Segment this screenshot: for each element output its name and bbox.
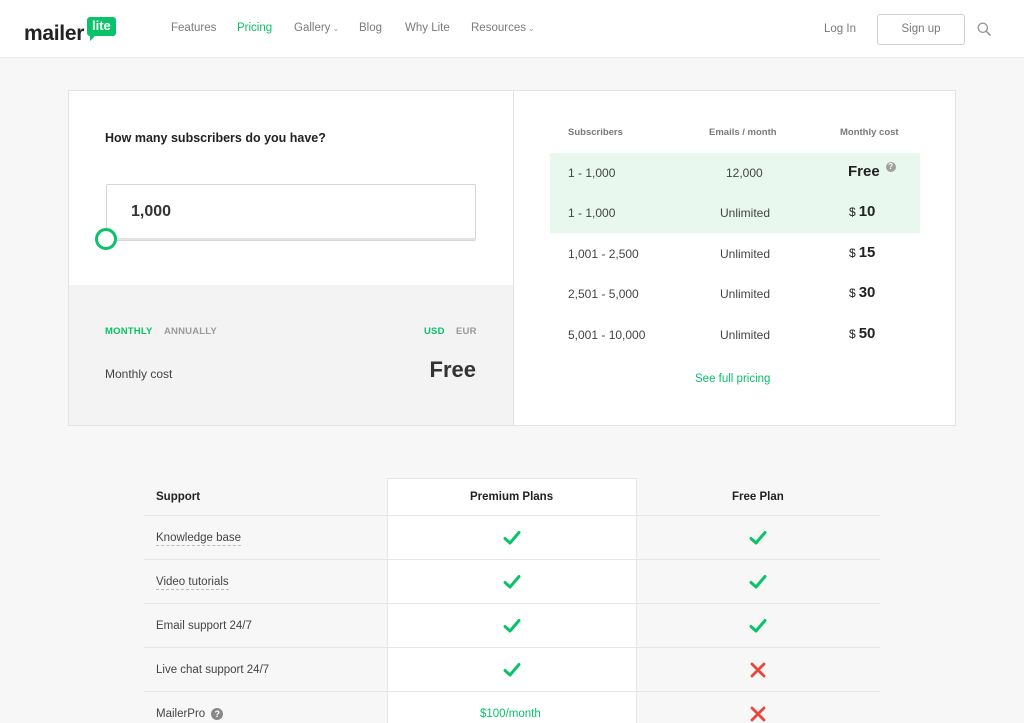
table-row: Video tutorials <box>144 559 880 603</box>
see-full-pricing-link[interactable]: See full pricing <box>695 373 770 385</box>
row-label: Email support 24/7 <box>156 620 252 632</box>
pricing-emails: Unlimited <box>720 247 771 261</box>
login-link[interactable]: Log In <box>824 23 856 35</box>
subscriber-calculator: How many subscribers do you have? 1,000 … <box>69 91 513 425</box>
pricing-row: 1 - 1,000 12,000 Free? <box>550 153 920 193</box>
pricing-cost-value: 10 <box>858 203 876 220</box>
table-row: MailerPro? $100/month <box>144 691 880 723</box>
free-plan-heading: Free Plan <box>732 491 784 503</box>
pricing-subscribers: 1,001 - 2,500 <box>568 247 639 261</box>
subscriber-slider-track[interactable] <box>106 238 476 240</box>
pricing-cost: $30 <box>849 284 875 301</box>
pricing-row: 1,001 - 2,500 Unlimited $15 <box>550 234 920 274</box>
currency-symbol: $ <box>849 286 856 300</box>
table-row: Email support 24/7 <box>144 603 880 647</box>
row-label: Live chat support 24/7 <box>156 664 270 676</box>
table-row: Live chat support 24/7 <box>144 647 880 691</box>
check-icon <box>749 531 767 545</box>
nav-resources-label: Resources <box>471 22 526 34</box>
pricing-cost-value: 50 <box>858 325 876 342</box>
pricing-subscribers: 5,001 - 10,000 <box>568 328 646 342</box>
pricing-row: 2,501 - 5,000 Unlimited $30 <box>550 274 920 314</box>
pricing-cost-value: 30 <box>858 284 876 301</box>
signup-button[interactable]: Sign up <box>877 14 965 45</box>
pricing-cost-value: 15 <box>858 244 876 261</box>
subscriber-question: How many subscribers do you have? <box>105 131 326 145</box>
pricing-calculator: How many subscribers do you have? 1,000 … <box>68 90 956 426</box>
monthly-cost-label: Monthly cost <box>105 367 173 381</box>
support-heading: Support <box>156 491 201 503</box>
nav-features[interactable]: Features <box>171 22 216 34</box>
pricing-cost: $15 <box>849 244 875 261</box>
pricing-header-emails: Emails / month <box>709 127 777 138</box>
subscribers-input[interactable]: 1,000 <box>106 184 476 241</box>
pricing-emails: 12,000 <box>726 166 763 180</box>
nav-gallery[interactable]: Gallery ⌄ <box>294 22 339 34</box>
support-comparison-table: Support Premium Plans Free Plan Knowledg… <box>144 478 880 723</box>
pricing-subscribers: 2,501 - 5,000 <box>568 287 639 301</box>
pricing-cost-value: Free <box>848 163 880 180</box>
billing-annually-toggle[interactable]: ANNUALLY <box>164 326 217 337</box>
logo-badge: lite <box>87 17 116 41</box>
pricing-header-subscribers: Subscribers <box>568 127 623 138</box>
site-header: mailer lite Features Pricing Gallery ⌄ Bl… <box>0 0 1024 58</box>
monthly-cost-value: Free <box>429 357 476 382</box>
check-icon <box>503 575 521 589</box>
check-icon <box>749 619 767 633</box>
pricing-header-cost: Monthly cost <box>840 127 899 138</box>
currency-eur-toggle[interactable]: EUR <box>456 326 477 337</box>
check-icon <box>503 663 521 677</box>
nav-why-lite[interactable]: Why Lite <box>405 22 450 34</box>
pricing-subscribers: 1 - 1,000 <box>568 206 616 220</box>
currency-usd-toggle[interactable]: USD <box>424 326 445 337</box>
pricing-emails: Unlimited <box>720 328 771 342</box>
pricing-cost: Free? <box>848 162 896 180</box>
nav-blog[interactable]: Blog <box>359 22 382 34</box>
check-icon <box>503 619 521 633</box>
chevron-down-icon: ⌄ <box>332 24 340 33</box>
pricing-row: 5,001 - 10,000 Unlimited $50 <box>550 315 920 355</box>
table-row: Knowledge base <box>144 515 880 559</box>
currency-symbol: $ <box>849 246 856 260</box>
cost-summary: MONTHLY ANNUALLY USD EUR Monthly cost Fr… <box>69 285 513 425</box>
pricing-row: 1 - 1,000 Unlimited $10 <box>550 193 920 233</box>
cross-icon <box>750 662 766 678</box>
premium-plans-heading: Premium Plans <box>470 491 554 503</box>
cross-icon <box>750 706 766 722</box>
pricing-cost: $10 <box>849 203 875 220</box>
pricing-emails: Unlimited <box>720 206 771 220</box>
nav-pricing[interactable]: Pricing <box>237 22 272 34</box>
help-icon[interactable]: ? <box>885 162 896 172</box>
pricing-table: Subscribers Emails / month Monthly cost … <box>513 91 955 425</box>
row-label[interactable]: Knowledge base <box>156 532 242 546</box>
chevron-down-icon: ⌄ <box>527 24 535 33</box>
billing-monthly-toggle[interactable]: MONTHLY <box>105 326 153 337</box>
pricing-subscribers: 1 - 1,000 <box>568 166 616 180</box>
row-label: MailerPro? <box>156 708 224 721</box>
search-icon[interactable] <box>977 22 991 36</box>
help-icon[interactable]: ? <box>211 708 224 720</box>
row-label[interactable]: Video tutorials <box>156 576 229 590</box>
subscribers-value: 1,000 <box>131 203 172 220</box>
subscriber-slider-handle[interactable] <box>95 228 117 250</box>
currency-symbol: $ <box>849 327 856 341</box>
check-icon <box>749 575 767 589</box>
pricing-emails: Unlimited <box>720 287 771 301</box>
pricing-cost: $50 <box>849 325 875 342</box>
nav-resources[interactable]: Resources ⌄ <box>471 22 535 34</box>
row-label-text: MailerPro <box>156 708 206 721</box>
check-icon <box>503 531 521 545</box>
nav-gallery-label: Gallery <box>294 22 331 34</box>
logo-text: mailer <box>24 22 85 45</box>
mailerpro-price: $100/month <box>480 708 541 720</box>
currency-symbol: $ <box>849 205 856 219</box>
